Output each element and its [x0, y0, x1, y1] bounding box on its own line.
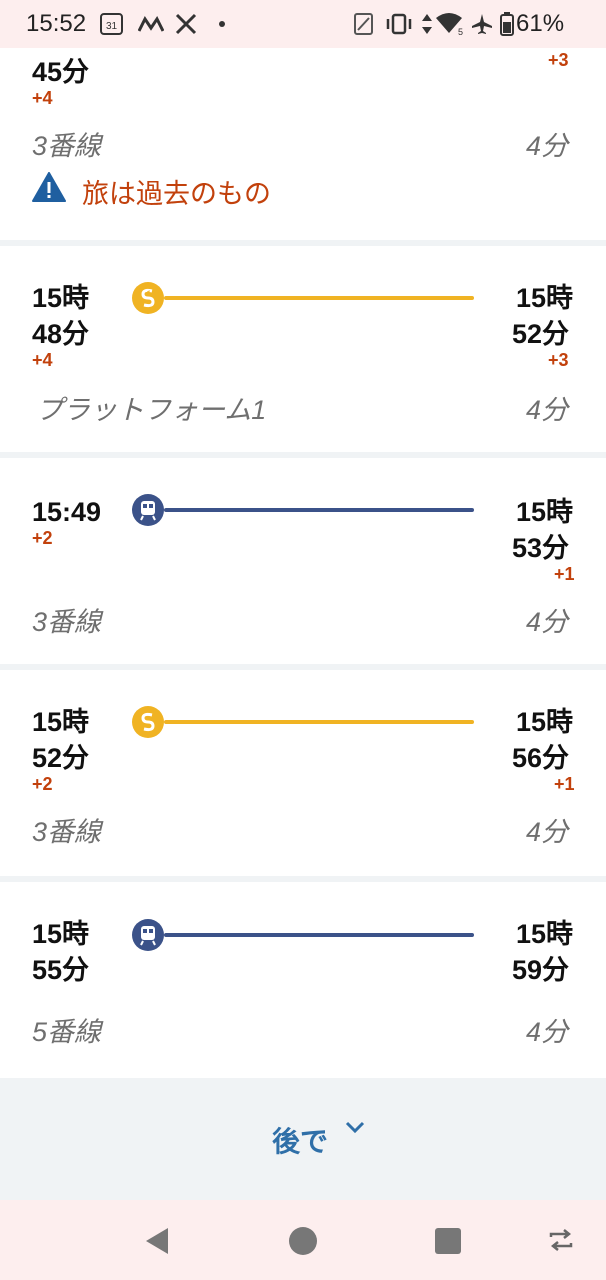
trip-card[interactable]: 15:49 +2 15時 53分 +1 3番線 4分: [0, 458, 606, 664]
svg-text:5: 5: [458, 27, 463, 36]
trip-card[interactable]: 15時 48分 +4 15時 52分 +3 プラットフォーム1 4分: [0, 246, 606, 452]
platform-label: 3番線: [32, 131, 102, 161]
arrive-delay: +1: [554, 774, 575, 794]
arrive-hour: 15時: [516, 919, 574, 949]
later-button[interactable]: 後で: [272, 1120, 328, 1160]
train-icon: [132, 494, 164, 526]
s-bahn-icon: [132, 706, 164, 738]
app-logo-icon: [138, 16, 164, 32]
depart-hour: 15時: [32, 283, 90, 313]
trip-card[interactable]: 15時 52分 +2 15時 56分 +1 3番線 4分: [0, 670, 606, 876]
battery-icon: [500, 12, 514, 36]
rotate-icon[interactable]: [546, 1228, 576, 1252]
load-later-section: 後で: [0, 1078, 606, 1200]
warning-icon: [32, 172, 66, 202]
status-bar: 15:52 31 5 61%: [0, 0, 606, 48]
depart-delay: +2: [32, 528, 53, 548]
notification-dot-icon: [219, 21, 225, 27]
platform-label: プラットフォーム1: [36, 395, 267, 425]
arrive-hour: 15時: [516, 707, 574, 737]
airplane-mode-icon: [472, 14, 492, 34]
status-time: 15:52: [26, 10, 87, 37]
depart-delay: +4: [32, 350, 53, 370]
chevron-down-icon[interactable]: [344, 1120, 366, 1136]
depart-delay: +4: [32, 88, 53, 108]
back-icon[interactable]: [144, 1226, 170, 1256]
depart-minute: 52分: [32, 743, 90, 773]
depart-time: 15:49: [32, 497, 102, 527]
past-trip-warning: 旅は過去のもの: [82, 179, 271, 209]
duration-label: 4分: [526, 1017, 569, 1047]
arrive-minute: 52分: [512, 319, 570, 349]
depart-delay: +2: [32, 774, 53, 794]
train-icon: [132, 919, 164, 951]
depart-minute: 55分: [32, 955, 90, 985]
duration-label: 4分: [526, 817, 569, 847]
wifi-icon: 5: [436, 13, 463, 36]
depart-hour: 15時: [32, 919, 90, 949]
platform-label: 5番線: [32, 1017, 102, 1047]
data-arrows-icon: [422, 14, 432, 34]
arrive-delay: +1: [554, 564, 575, 584]
depart-hour: 15時: [32, 707, 90, 737]
arrive-hour: 15時: [516, 283, 574, 313]
route-line: [164, 296, 474, 300]
arrive-delay: +3: [548, 350, 569, 370]
arrive-delay: +3: [548, 50, 569, 70]
calendar-icon: 31: [100, 13, 123, 35]
svg-text:31: 31: [106, 21, 118, 32]
platform-label: 3番線: [32, 817, 102, 847]
trip-card[interactable]: 15時 55分 15時 59分 5番線 4分: [0, 882, 606, 1078]
arrive-hour: 15時: [516, 497, 574, 527]
arrive-minute: 53分: [512, 533, 570, 563]
platform-label: 3番線: [32, 607, 102, 637]
duration-label: 4分: [526, 607, 569, 637]
duration-label: 4分: [526, 395, 569, 425]
depart-minute: 48分: [32, 319, 90, 349]
arrive-minute: 56分: [512, 743, 570, 773]
s-bahn-icon: [132, 282, 164, 314]
duration-label: 4分: [526, 131, 569, 161]
system-nav-bar: [0, 1200, 606, 1280]
data-saver-icon: [354, 13, 373, 35]
battery-percent: 61%: [516, 10, 565, 37]
route-line: [164, 508, 474, 512]
vibrate-icon: [386, 13, 412, 35]
route-line: [164, 720, 474, 724]
route-line: [164, 933, 474, 937]
x-logo-icon: [175, 13, 197, 35]
arrive-minute: 59分: [512, 955, 570, 985]
recents-icon[interactable]: [434, 1227, 462, 1255]
home-icon[interactable]: [288, 1226, 318, 1256]
depart-time: 45分: [32, 57, 90, 87]
